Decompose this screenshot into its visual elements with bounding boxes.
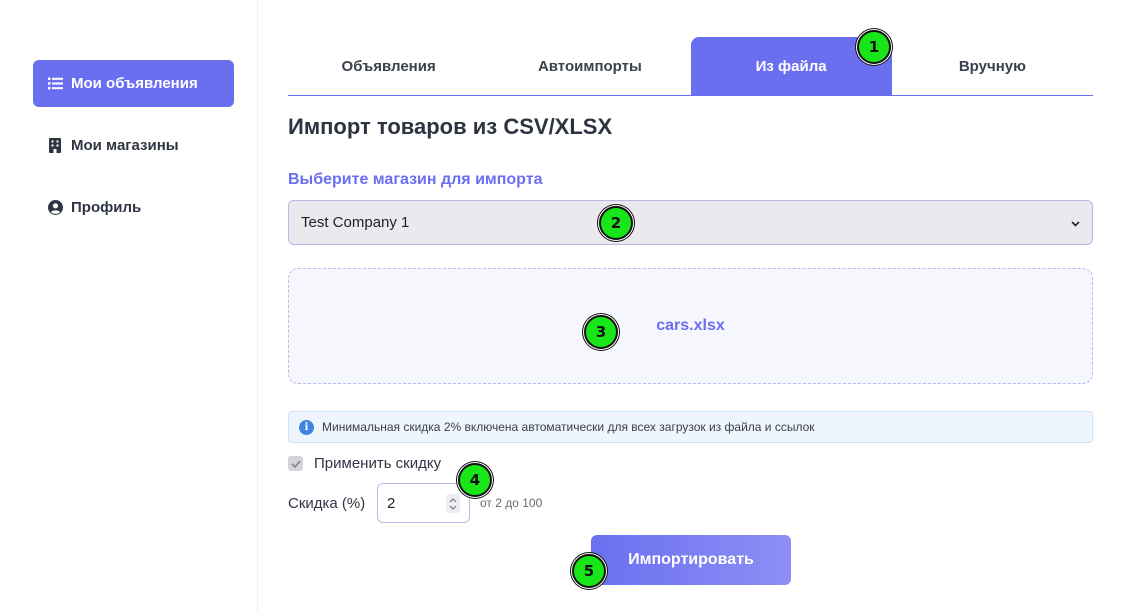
- store-select-value: Test Company 1: [301, 214, 410, 231]
- annotation-marker: 2: [599, 206, 633, 240]
- file-dropzone[interactable]: cars.xlsx: [288, 268, 1093, 384]
- sidebar: Мои объявления Мои магазины Профиль: [0, 0, 258, 613]
- sidebar-item-label: Профиль: [71, 199, 142, 216]
- info-icon: i: [299, 419, 314, 435]
- tab-ads[interactable]: Объявления: [288, 37, 489, 95]
- sidebar-item-my-stores[interactable]: Мои магазины: [33, 122, 234, 169]
- store-select[interactable]: Test Company 1: [288, 200, 1093, 245]
- info-alert: i Минимальная скидка 2% включена автомат…: [288, 411, 1093, 443]
- annotation-marker: 1: [857, 30, 891, 64]
- spinner-arrows-icon: [449, 497, 457, 510]
- import-button[interactable]: Импортировать: [591, 535, 791, 585]
- user-circle-icon: [47, 200, 63, 216]
- annotation-marker: 5: [572, 554, 606, 588]
- checkmark-icon: [290, 459, 301, 468]
- info-text: Минимальная скидка 2% включена автоматич…: [322, 420, 815, 434]
- tab-autoimports[interactable]: Автоимпорты: [489, 37, 690, 95]
- discount-input[interactable]: 2: [377, 483, 470, 523]
- annotation-marker: 3: [584, 315, 618, 349]
- discount-value: 2: [387, 494, 396, 512]
- apply-discount-row: Применить скидку: [288, 455, 441, 472]
- list-icon: [47, 76, 63, 92]
- sidebar-item-label: Мои магазины: [71, 137, 179, 154]
- page-title: Импорт товаров из CSV/XLSX: [288, 114, 613, 139]
- building-icon: [47, 138, 63, 154]
- tab-bar: Объявления Автоимпорты Из файла Вручную: [288, 37, 1093, 96]
- chevron-down-icon: [1071, 216, 1080, 230]
- tab-manual[interactable]: Вручную: [892, 37, 1093, 95]
- uploaded-file-name: cars.xlsx: [656, 317, 725, 334]
- annotation-marker: 4: [458, 463, 492, 497]
- sidebar-item-label: Мои объявления: [71, 75, 198, 92]
- sidebar-item-profile[interactable]: Профиль: [33, 184, 234, 231]
- apply-discount-checkbox[interactable]: [288, 456, 303, 471]
- store-select-label: Выберите магазин для импорта: [288, 171, 543, 188]
- number-spinner[interactable]: [446, 494, 460, 513]
- sidebar-item-my-ads[interactable]: Мои объявления: [33, 60, 234, 107]
- discount-label: Скидка (%): [288, 495, 366, 512]
- discount-hint: от 2 до 100: [480, 496, 543, 510]
- apply-discount-label: Применить скидку: [314, 455, 442, 472]
